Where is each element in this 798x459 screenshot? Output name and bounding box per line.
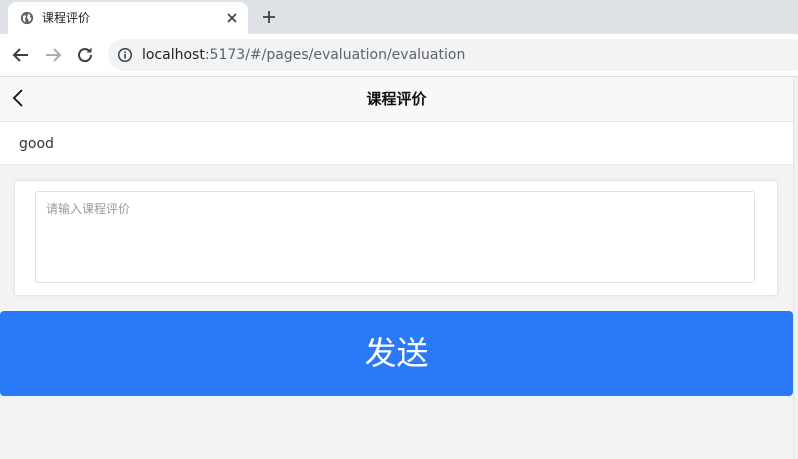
url-text: localhost:5173/#/pages/evaluation/evalua…: [142, 46, 465, 64]
browser-toolbar: localhost:5173/#/pages/evaluation/evalua…: [0, 34, 798, 77]
url-host: localhost: [142, 47, 205, 63]
course-name-row: good: [0, 122, 793, 165]
course-name: good: [19, 136, 54, 152]
send-button[interactable]: 发送: [0, 311, 793, 396]
review-input[interactable]: [35, 191, 755, 283]
review-card: [14, 180, 778, 296]
plus-icon[interactable]: [259, 7, 279, 27]
page-title: 课程评价: [366, 90, 427, 108]
reload-icon[interactable]: [74, 44, 96, 66]
browser-tab[interactable]: 课程评价: [8, 2, 248, 34]
arrow-right-icon[interactable]: [42, 44, 64, 66]
address-bar[interactable]: localhost:5173/#/pages/evaluation/evalua…: [108, 39, 798, 71]
page-scrollbar[interactable]: [793, 77, 798, 459]
url-path: :5173/#/pages/evaluation/evaluation: [204, 47, 466, 63]
page-navbar: 课程评价: [0, 77, 793, 122]
close-icon[interactable]: [224, 10, 240, 26]
browser-tab-strip: 课程评价: [0, 0, 798, 34]
info-icon[interactable]: [117, 47, 133, 63]
tab-title: 课程评价: [42, 11, 91, 25]
page-viewport: 课程评价 good 发送: [0, 77, 798, 459]
chevron-left-icon[interactable]: [8, 86, 30, 110]
globe-icon: [20, 11, 34, 25]
arrow-left-icon[interactable]: [10, 44, 32, 66]
